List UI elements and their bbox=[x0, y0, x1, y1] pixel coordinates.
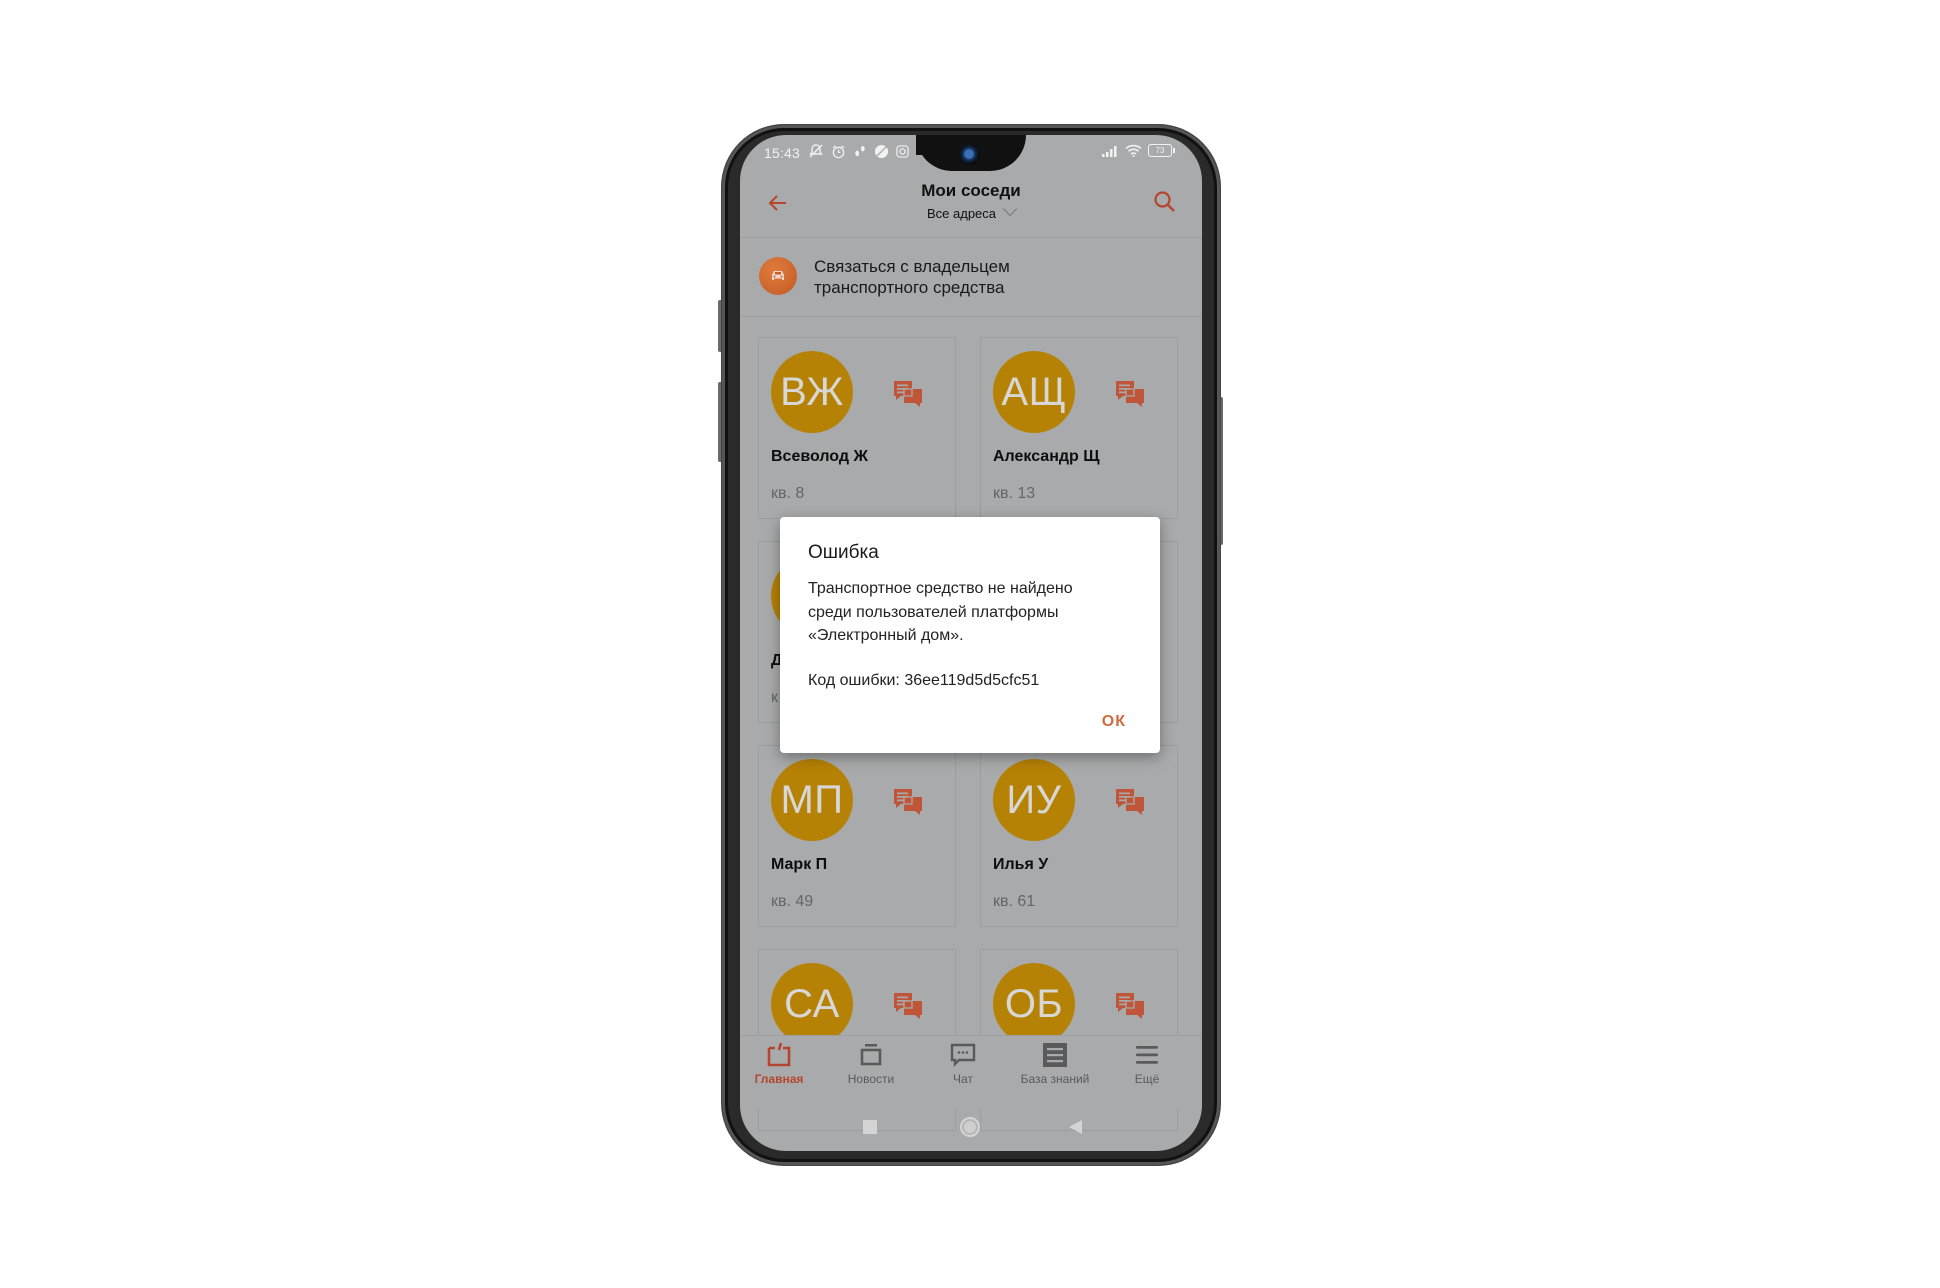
nav-label-chat: Чат bbox=[953, 1072, 973, 1086]
alarm-icon bbox=[832, 144, 845, 158]
neighbor-apartment: кв. 49 bbox=[771, 893, 814, 910]
notifications-muted-icon bbox=[809, 144, 823, 158]
dialog-message-line: «Электронный дом». bbox=[808, 627, 964, 644]
contact-owner-label-line2: транспортного средства bbox=[814, 278, 1005, 297]
status-bar: 15:43 73 bbox=[740, 135, 1202, 173]
neighbor-card[interactable]: ИУ Илья У кв. 61 bbox=[980, 745, 1178, 927]
chat-icon bbox=[950, 1043, 976, 1067]
neighbor-card[interactable]: ВЖ Всеволод Ж кв. 8 bbox=[758, 337, 956, 519]
error-code: Код ошибки: 36ee119d5d5cfc51 bbox=[808, 672, 1040, 689]
signal-icon bbox=[1102, 145, 1117, 157]
system-navigation-bar bbox=[740, 1107, 1202, 1151]
back-system-button[interactable] bbox=[1069, 1120, 1082, 1134]
steps-icon bbox=[855, 145, 865, 156]
dialog-message-line: среди пользователей платформы bbox=[808, 603, 1059, 621]
nav-label-knowledge-base: База знаний bbox=[1020, 1072, 1090, 1086]
neighbor-apartment: кв. 13 bbox=[993, 485, 1036, 502]
message-icon[interactable] bbox=[1115, 788, 1145, 816]
neighbor-name: Илья У bbox=[993, 856, 1049, 873]
ok-button[interactable]: ОК bbox=[1102, 713, 1126, 731]
neighbor-name: Марк П bbox=[771, 856, 828, 873]
address-selector[interactable]: Все адреса bbox=[740, 201, 1202, 221]
neighbor-name: Всеволод Ж bbox=[771, 448, 868, 465]
message-icon[interactable] bbox=[893, 992, 923, 1020]
nav-label-more: Ещё bbox=[1134, 1072, 1160, 1086]
avatar: МП bbox=[771, 759, 853, 841]
knowledge-base-icon bbox=[1043, 1043, 1067, 1067]
neighbor-apartment: к bbox=[771, 689, 778, 706]
message-icon[interactable] bbox=[1115, 992, 1145, 1020]
nav-item-news[interactable]: Новости bbox=[825, 1042, 917, 1086]
battery-icon: 73 bbox=[1148, 144, 1175, 157]
home-icon bbox=[767, 1042, 791, 1067]
neighbor-card[interactable]: АЩ Александр Щ кв. 13 bbox=[980, 337, 1178, 519]
instagram-icon bbox=[896, 144, 909, 158]
contact-owner-label-line1: Связаться с владельцем bbox=[814, 257, 1010, 276]
neighbor-apartment: кв. 61 bbox=[993, 893, 1036, 910]
error-dialog: Ошибка Транспортное средство не найдено … bbox=[780, 517, 1160, 753]
status-time: 15:43 bbox=[764, 145, 801, 161]
neighbor-apartment: кв. 8 bbox=[771, 485, 805, 502]
app-circle-icon bbox=[874, 144, 889, 158]
recent-apps-button[interactable] bbox=[863, 1120, 877, 1134]
menu-icon bbox=[1136, 1046, 1158, 1064]
message-icon[interactable] bbox=[893, 788, 923, 816]
app-header: Мои соседи Все адреса bbox=[740, 173, 1202, 238]
dialog-title: Ошибка bbox=[808, 542, 879, 563]
chevron-down-icon bbox=[1002, 201, 1018, 217]
news-icon bbox=[860, 1044, 882, 1066]
car-icon bbox=[772, 271, 784, 280]
avatar: АЩ bbox=[993, 351, 1075, 433]
message-icon[interactable] bbox=[893, 380, 923, 408]
dialog-message: Транспортное средство не найдено среди п… bbox=[808, 577, 1138, 648]
avatar: ИУ bbox=[993, 759, 1075, 841]
dialog-message-line: Транспортное средство не найдено bbox=[808, 580, 1073, 597]
nav-label-news: Новости bbox=[847, 1072, 895, 1086]
nav-label-home: Главная bbox=[754, 1072, 804, 1086]
neighbor-card[interactable]: МП Марк П кв. 49 bbox=[758, 745, 956, 927]
contact-vehicle-owner-button[interactable]: Связаться с владельцем транспортного сре… bbox=[740, 238, 1202, 317]
page-title: Мои соседи bbox=[921, 181, 1021, 200]
nav-item-home[interactable]: Главная bbox=[740, 1042, 825, 1086]
nav-item-more[interactable]: Ещё bbox=[1101, 1042, 1193, 1086]
avatar: ОБ bbox=[993, 963, 1075, 1045]
car-icon-badge bbox=[759, 257, 797, 295]
avatar: ВЖ bbox=[771, 351, 853, 433]
front-camera bbox=[960, 145, 980, 165]
address-selector-label: Все адреса bbox=[926, 206, 997, 221]
wifi-icon bbox=[1125, 144, 1142, 157]
message-icon[interactable] bbox=[1115, 380, 1145, 408]
home-system-button[interactable] bbox=[960, 1117, 980, 1137]
bottom-navigation: Главная Новости Чат База знаний Ещё bbox=[740, 1035, 1202, 1108]
nav-item-chat[interactable]: Чат bbox=[917, 1042, 1009, 1086]
nav-item-knowledge-base[interactable]: База знаний bbox=[1009, 1042, 1101, 1086]
search-icon[interactable] bbox=[1152, 189, 1178, 215]
avatar: СА bbox=[771, 963, 853, 1045]
neighbor-name: Александр Щ bbox=[993, 448, 1100, 465]
